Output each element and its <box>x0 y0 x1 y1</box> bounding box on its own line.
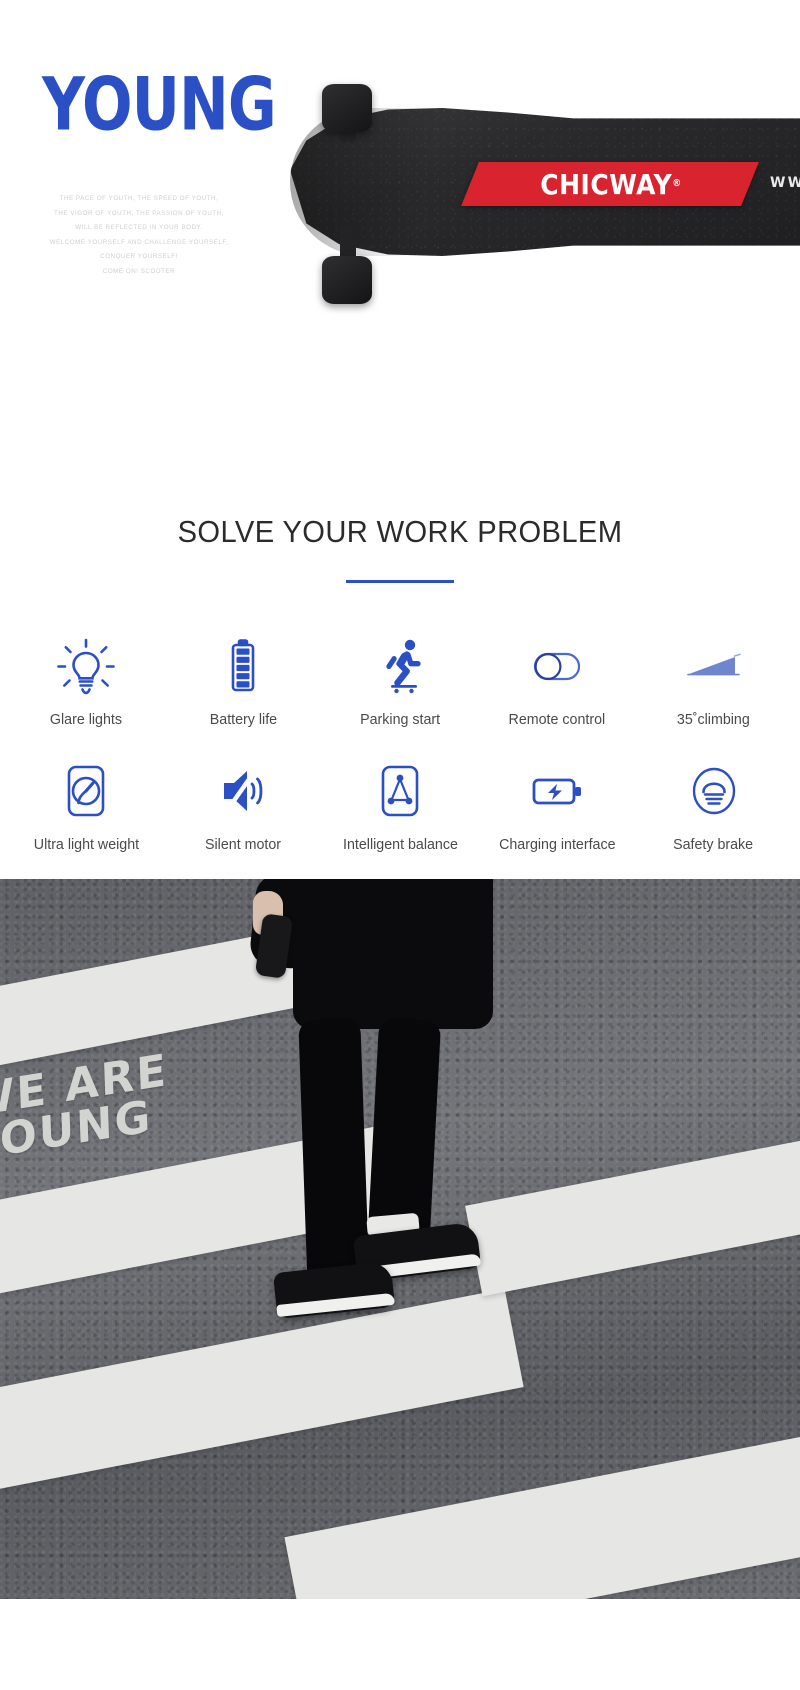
hero-section: YOUNG THE PACE OF YOUTH, THE SPEED OF YO… <box>0 0 800 480</box>
features-section: SOLVE YOUR WORK PROBLEM Glare lights Bat… <box>0 480 800 853</box>
poem-line: THE VIGOR OF YOUTH, THE PASSION OF YOUTH… <box>54 209 224 217</box>
registered-mark-icon: ® <box>672 178 682 190</box>
lightbulb-icon <box>55 635 117 697</box>
poem-line: THE PACE OF YOUTH, THE SPEED OF YOUTH, <box>59 195 219 202</box>
brand-logo-text: CHICWAY <box>540 167 673 201</box>
section-title: SOLVE YOUR WORK PROBLEM <box>177 514 623 549</box>
toggle-switch-icon <box>526 635 588 697</box>
skateboard-wheel <box>322 256 372 304</box>
feature-label: Safety brake <box>673 836 754 853</box>
feature-item-climbing-angle[interactable]: 35˚climbing <box>635 635 792 728</box>
feature-item-battery-life[interactable]: Battery life <box>165 635 322 728</box>
feature-item-intelligent-balance[interactable]: Intelligent balance <box>322 760 479 853</box>
feature-label: Parking start <box>359 711 440 728</box>
feature-item-ultra-light-weight[interactable]: Ultra light weight <box>8 760 165 853</box>
skateboard-wheel <box>322 84 372 132</box>
balance-nodes-icon <box>369 760 431 822</box>
poem-line: WELCOME YOURSELF AND CHALLENGE YOURSELF, <box>49 238 229 246</box>
feature-label: Remote control <box>508 711 606 728</box>
feature-item-charging-interface[interactable]: Charging interface <box>478 760 635 853</box>
speaker-mute-icon <box>212 760 274 822</box>
brand-logo: CHICWAY ® <box>476 162 746 207</box>
skateboard-truck <box>340 226 356 260</box>
poem-line: COME ON! SCOOTER <box>102 267 176 275</box>
battery-icon <box>212 635 274 697</box>
feature-item-silent-motor[interactable]: Silent motor <box>165 760 322 853</box>
hero-title: YOUNG <box>42 60 277 148</box>
feature-label: 35˚climbing <box>677 711 751 728</box>
poem-line: CONQUER YOURSELF! <box>100 253 178 261</box>
poem-line: WILL BE REFLECTED IN YOUR BODY. <box>75 224 203 232</box>
incline-slope-icon <box>683 635 745 697</box>
feature-label: Ultra light weight <box>33 836 140 853</box>
feature-item-glare-lights[interactable]: Glare lights <box>8 635 165 728</box>
feature-item-safety-brake[interactable]: Safety brake <box>635 760 792 853</box>
feature-row: Ultra light weight Silent motor Intellig… <box>8 760 792 853</box>
charging-battery-icon <box>526 760 588 822</box>
brake-disc-icon <box>683 760 745 822</box>
feature-label: Silent motor <box>205 836 282 853</box>
section-divider <box>346 580 454 583</box>
lifestyle-photo: WE ARE YOUNG AY CHICWAY <box>0 879 800 1599</box>
feature-grid: Glare lights Battery life Parking start … <box>0 635 800 853</box>
rider-figure <box>245 879 545 1320</box>
skateboarder-icon <box>369 635 431 697</box>
hero-poem: THE PACE OF YOUTH, THE SPEED OF YOUTH, T… <box>14 192 264 279</box>
rider-torso <box>293 879 493 1029</box>
product-page: YOUNG THE PACE OF YOUTH, THE SPEED OF YO… <box>0 0 800 1690</box>
skateboard-product-image: CHICWAY® WWW.CHI <box>280 80 800 320</box>
feature-label: Glare lights <box>50 711 123 728</box>
brand-website-text: WWW.CHI <box>770 175 800 191</box>
feature-item-parking-start[interactable]: Parking start <box>322 635 479 728</box>
feature-label: Charging interface <box>498 836 616 853</box>
feature-label: Battery life <box>209 711 277 728</box>
feature-row: Glare lights Battery life Parking start … <box>8 635 792 728</box>
weight-gauge-icon <box>55 760 117 822</box>
feature-item-remote-control[interactable]: Remote control <box>478 635 635 728</box>
feature-label: Intelligent balance <box>342 836 458 853</box>
